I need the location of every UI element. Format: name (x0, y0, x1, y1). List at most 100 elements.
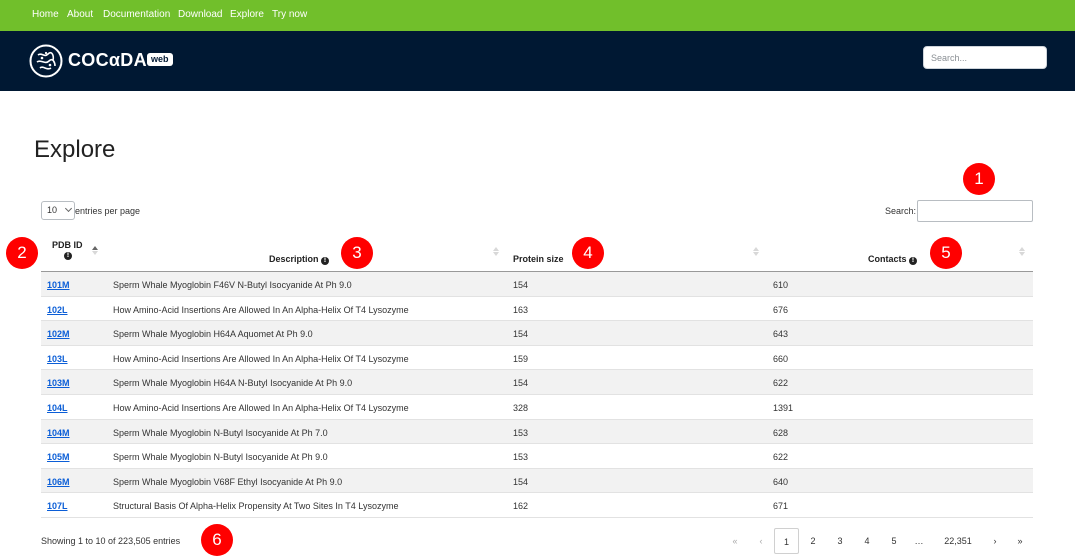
page-button-1[interactable]: 1 (774, 528, 799, 554)
column-label-protein-size: Protein size (513, 254, 564, 264)
page-button-last[interactable]: 22,351 (938, 528, 978, 554)
pdb-id-link[interactable]: 105M (47, 452, 70, 462)
header-search-input[interactable] (923, 46, 1047, 69)
sort-ascending-icon (92, 246, 98, 256)
protein-size-cell: 154 (513, 378, 529, 389)
protein-size-cell: 154 (513, 280, 529, 290)
contacts-cell: 643 (773, 329, 789, 340)
page-button-4[interactable]: 4 (859, 528, 875, 554)
column-label-description: Description (269, 254, 319, 264)
protein-size-cell: 162 (513, 501, 529, 512)
column-header-contacts[interactable]: Contacts ! (766, 236, 1033, 272)
description-cell: How Amino-Acid Insertions Are Allowed In… (113, 402, 409, 413)
page-button-3[interactable]: 3 (832, 528, 848, 554)
description-cell: Sperm Whale Myoglobin H64A Aquomet At Ph… (113, 329, 313, 340)
table-row: 107L Structural Basis Of Alpha-Helix Pro… (41, 493, 1033, 518)
next-page-button[interactable]: › (988, 528, 1002, 554)
info-icon[interactable]: ! (321, 257, 330, 265)
nav-explore[interactable]: Explore (230, 9, 264, 20)
page-length-label: entries per page (75, 206, 141, 216)
site-header: COCαDA web (0, 31, 1075, 91)
pdb-id-link[interactable]: 102M (47, 329, 70, 339)
page-button-2[interactable]: 2 (805, 528, 821, 554)
pdb-id-link[interactable]: 107L (47, 501, 68, 511)
description-cell: Sperm Whale Myoglobin N-Butyl Isocyanide… (113, 427, 328, 438)
contacts-cell: 676 (773, 304, 789, 315)
contacts-cell: 610 (773, 280, 789, 290)
annotation-marker-5: 5 (930, 237, 962, 269)
sort-icon (493, 247, 499, 257)
column-label-contacts: Contacts (868, 254, 907, 264)
table-info: Showing 1 to 10 of 223,505 entries (41, 536, 181, 546)
table-filter-input[interactable] (917, 200, 1033, 222)
top-nav: Home About Documentation Download Explor… (0, 0, 1075, 31)
description-cell: Sperm Whale Myoglobin V68F Ethyl Isocyan… (113, 476, 343, 487)
column-header-pdb-id[interactable]: PDB ID ! (41, 236, 106, 272)
pdb-id-link[interactable]: 106M (47, 477, 70, 487)
pdb-id-link[interactable]: 104L (47, 403, 68, 413)
contacts-cell: 622 (773, 452, 789, 463)
table-row: 101M Sperm Whale Myoglobin F46V N-Butyl … (41, 272, 1033, 297)
protein-size-cell: 153 (513, 427, 529, 438)
table-row: 104L How Amino-Acid Insertions Are Allow… (41, 395, 1033, 420)
page-length-value: 10 (47, 205, 58, 215)
column-header-description[interactable]: Description ! (106, 236, 506, 272)
page-button-5[interactable]: 5 (886, 528, 902, 554)
pdb-id-link[interactable]: 104M (47, 428, 70, 438)
pdb-id-link[interactable]: 103L (47, 354, 68, 364)
table-row: 105M Sperm Whale Myoglobin N-Butyl Isocy… (41, 444, 1033, 469)
info-icon[interactable]: ! (909, 257, 918, 265)
nav-documentation[interactable]: Documentation (103, 9, 170, 20)
table-filter-label: Search: (885, 206, 917, 216)
pagination-ellipsis: … (914, 536, 924, 546)
protein-size-cell: 154 (513, 329, 529, 340)
protein-size-cell: 163 (513, 304, 529, 315)
nav-about[interactable]: About (67, 9, 93, 20)
annotation-marker-1: 1 (963, 163, 995, 195)
column-label-pdb-id: PDB ID (52, 240, 83, 250)
pdb-id-link[interactable]: 103M (47, 378, 70, 388)
pdb-id-link[interactable]: 101M (47, 280, 70, 290)
contacts-cell: 1391 (773, 402, 794, 413)
description-cell: Sperm Whale Myoglobin F46V N-Butyl Isocy… (113, 280, 352, 290)
protein-size-cell: 153 (513, 452, 529, 463)
contacts-cell: 622 (773, 378, 789, 389)
table-row: 106M Sperm Whale Myoglobin V68F Ethyl Is… (41, 468, 1033, 494)
table-row: 103L How Amino-Acid Insertions Are Allow… (41, 346, 1033, 371)
previous-page-button[interactable]: ‹ (754, 528, 768, 554)
nav-download[interactable]: Download (178, 9, 222, 20)
nav-try-now[interactable]: Try now (272, 9, 307, 20)
info-icon[interactable]: ! (64, 252, 72, 260)
contacts-cell: 660 (773, 353, 789, 364)
last-page-button[interactable]: » (1013, 528, 1027, 554)
contacts-cell: 640 (773, 476, 789, 487)
table-row: 103M Sperm Whale Myoglobin H64A N-Butyl … (41, 370, 1033, 395)
protein-size-cell: 154 (513, 476, 529, 487)
table-row: 102L How Amino-Acid Insertions Are Allow… (41, 297, 1033, 322)
annotation-marker-3: 3 (341, 237, 373, 269)
sort-icon (753, 247, 759, 257)
brand-badge: web (147, 53, 173, 66)
protein-size-cell: 328 (513, 402, 529, 413)
sort-icon (1019, 247, 1025, 257)
first-page-button[interactable]: « (728, 528, 742, 554)
table-row: 102M Sperm Whale Myoglobin H64A Aquomet … (41, 321, 1033, 346)
results-table-body: 101M Sperm Whale Myoglobin F46V N-Butyl … (41, 272, 1033, 518)
annotation-marker-4: 4 (572, 237, 604, 269)
table-row: 104M Sperm Whale Myoglobin N-Butyl Isocy… (41, 419, 1033, 445)
description-cell: Structural Basis Of Alpha-Helix Propensi… (113, 501, 399, 512)
description-cell: How Amino-Acid Insertions Are Allowed In… (113, 353, 409, 364)
protein-size-cell: 159 (513, 353, 529, 364)
brand-logo-icon[interactable] (29, 44, 63, 78)
pdb-id-link[interactable]: 102L (47, 305, 68, 315)
annotation-marker-6: 6 (201, 524, 233, 556)
page-title: Explore (34, 136, 116, 163)
contacts-cell: 628 (773, 427, 789, 438)
brand-name[interactable]: COCαDA (68, 50, 147, 71)
description-cell: How Amino-Acid Insertions Are Allowed In… (113, 304, 409, 315)
annotation-marker-2: 2 (6, 237, 38, 269)
column-header-protein-size[interactable]: Protein size (506, 236, 766, 272)
description-cell: Sperm Whale Myoglobin H64A N-Butyl Isocy… (113, 378, 353, 389)
contacts-cell: 671 (773, 501, 789, 512)
nav-home[interactable]: Home (32, 9, 59, 20)
